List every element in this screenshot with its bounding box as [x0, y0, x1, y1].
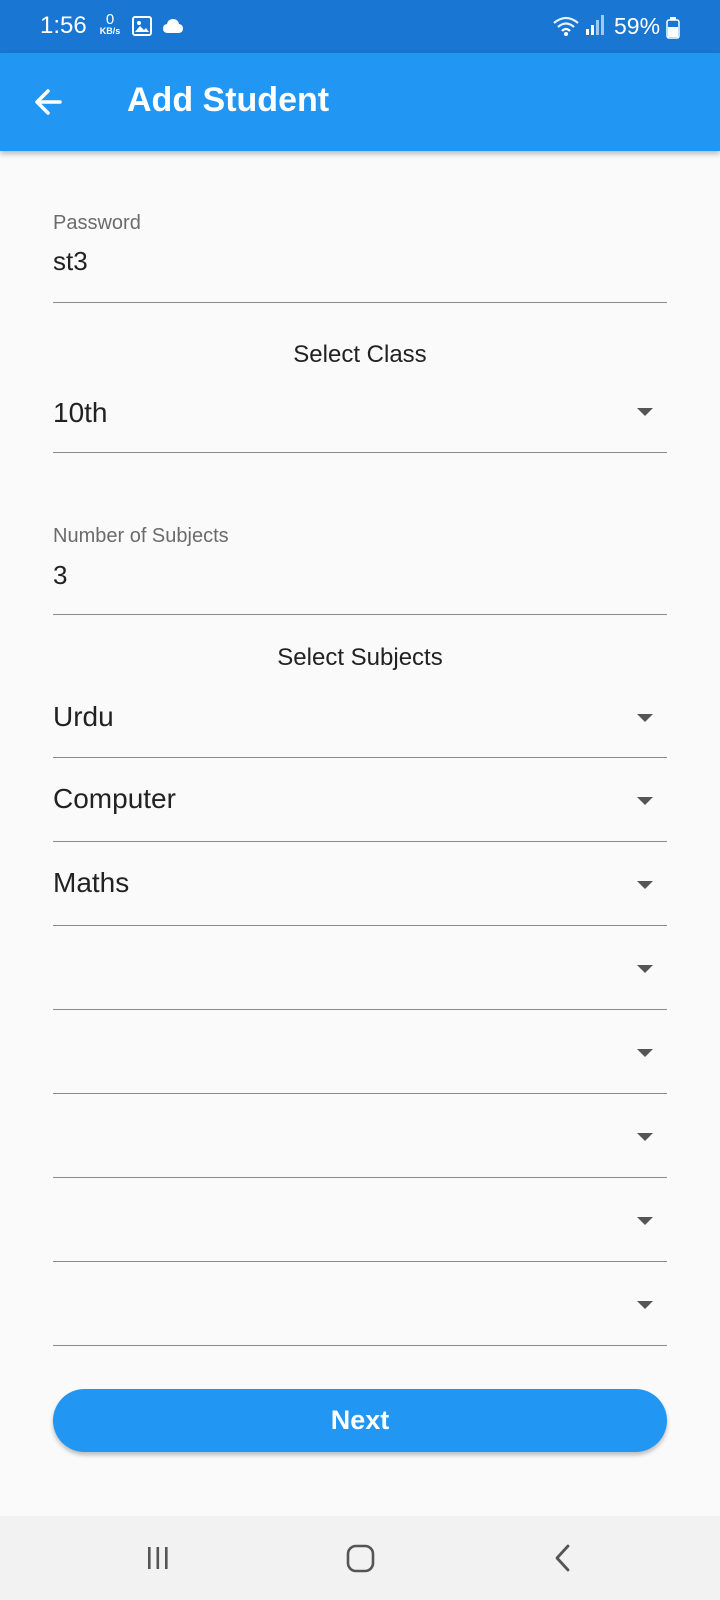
subject-dropdown-3[interactable]: Maths [53, 842, 667, 926]
select-subjects-title: Select Subjects [277, 644, 443, 671]
cloud-icon [163, 19, 183, 33]
battery-percent: 59% [614, 13, 661, 39]
chevron-down-icon [637, 1217, 653, 1225]
subject-dropdown-value: Computer [53, 783, 176, 814]
select-class-title: Select Class [293, 341, 427, 368]
subject-dropdown-2[interactable]: Computer [53, 758, 667, 842]
class-dropdown[interactable]: 10th [53, 385, 667, 453]
recent-apps-icon[interactable] [118, 1516, 198, 1600]
chevron-down-icon [637, 881, 653, 889]
back-icon[interactable] [523, 1516, 603, 1600]
network-speed-unit: KB/s [99, 26, 121, 36]
subject-dropdown-4[interactable] [53, 926, 667, 1010]
chevron-down-icon [637, 1133, 653, 1141]
chevron-down-icon [637, 1301, 653, 1309]
subject-dropdown-value: Urdu [53, 701, 114, 732]
subject-count-value: 3 [53, 560, 68, 590]
wifi-icon [553, 16, 579, 36]
subject-count-field[interactable]: Number of Subjects 3 [53, 519, 667, 615]
subject-dropdown-5[interactable] [53, 1010, 667, 1094]
status-time: 1:56 [40, 12, 87, 39]
subject-dropdown-value: Maths [53, 867, 130, 898]
next-button[interactable]: Next [53, 1389, 667, 1452]
system-nav-bar [0, 1516, 720, 1600]
image-icon [132, 16, 152, 36]
subject-dropdown-7[interactable] [53, 1178, 667, 1262]
chevron-down-icon [637, 408, 653, 416]
subject-dropdown-1[interactable]: Urdu [53, 674, 667, 758]
chevron-down-icon [637, 965, 653, 973]
battery-icon [666, 17, 680, 39]
network-speed: 0 KB/s [96, 12, 124, 36]
app-bar: Add Student [0, 53, 720, 151]
home-icon[interactable] [321, 1516, 401, 1600]
class-dropdown-value: 10th [53, 397, 108, 428]
network-speed-value: 0 [105, 11, 115, 28]
subject-count-label: Number of Subjects [53, 525, 229, 547]
signal-icon [586, 15, 604, 35]
page-title: Add Student [127, 81, 330, 119]
status-bar: 1:56 0 KB/s 59% [0, 0, 720, 53]
chevron-down-icon [637, 1049, 653, 1057]
subject-dropdown-6[interactable] [53, 1094, 667, 1178]
password-field[interactable]: Password st3 [53, 206, 667, 303]
chevron-down-icon [637, 714, 653, 722]
chevron-down-icon [637, 797, 653, 805]
arrow-left-icon[interactable] [30, 84, 70, 120]
password-label: Password [53, 212, 141, 234]
subject-dropdown-8[interactable] [53, 1262, 667, 1346]
password-value: st3 [53, 246, 88, 276]
